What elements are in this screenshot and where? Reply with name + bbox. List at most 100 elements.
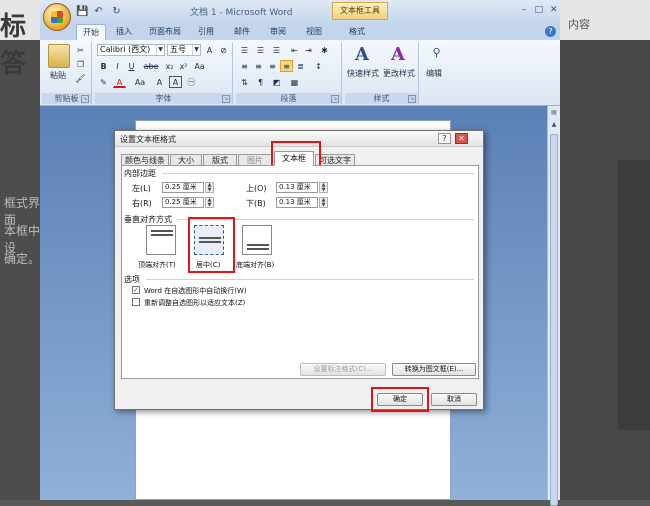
tab-page-layout[interactable]: 页面布局 — [144, 24, 186, 40]
char-shading-icon[interactable]: A — [153, 76, 166, 88]
vertical-scrollbar[interactable]: ▤ ▲ — [547, 106, 560, 506]
textbox-tools-context-label: 文本框工具 — [332, 2, 388, 20]
left-margin-input[interactable]: 0.25 厘米 — [162, 182, 204, 193]
resize-shape-label[interactable]: 重新调整自选图形以适应文本(Z) — [144, 298, 245, 308]
paragraph-group-label: 段落 — [236, 93, 341, 104]
chinese-layout-icon[interactable]: ✱ — [318, 44, 331, 56]
help-icon[interactable]: ? — [545, 26, 556, 37]
styles-launcher-icon[interactable]: ↘ — [408, 95, 416, 103]
paste-icon[interactable] — [48, 44, 70, 68]
justify-icon[interactable]: ≡ — [280, 60, 293, 72]
wrap-text-label[interactable]: Word 在自选图形中自动换行(W) — [144, 286, 247, 296]
clear-format-icon[interactable]: ⊘ — [217, 44, 230, 56]
right-margin-input[interactable]: 0.25 厘米 — [162, 197, 204, 208]
align-left-icon[interactable]: ≡ — [238, 60, 251, 72]
underline-button[interactable]: U — [125, 60, 138, 72]
tab-home[interactable]: 开始 — [76, 24, 106, 40]
dialog-help-button[interactable]: ? — [438, 133, 451, 144]
align-bottom-option[interactable] — [242, 225, 272, 255]
right-margin-spinner[interactable]: ▲ ▼ — [205, 197, 214, 208]
italic-button[interactable]: I — [111, 60, 124, 72]
tab-textbox[interactable]: 文本框 — [274, 151, 314, 166]
chevron-down-icon: ▼ — [192, 45, 200, 55]
ribbon-tabs: 开始 插入 页面布局 引用 邮件 审阅 视图 格式 — [40, 24, 560, 40]
char-border-button[interactable]: A — [169, 76, 182, 88]
cut-icon[interactable]: ✂ — [74, 44, 87, 56]
undo-icon[interactable]: ↶ — [92, 5, 105, 18]
editing-group: ⚲ 编辑 — [422, 42, 452, 104]
font-size-combo[interactable]: 五号 ▼ — [167, 44, 201, 56]
font-color-button[interactable]: A — [113, 76, 126, 88]
change-case-icon[interactable]: Aa — [193, 60, 206, 72]
paragraph-launcher-icon[interactable]: ↘ — [331, 95, 339, 103]
cancel-button[interactable]: 取消 — [431, 393, 477, 406]
tab-mailings[interactable]: 邮件 — [228, 24, 256, 40]
align-bottom-label[interactable]: 底端对齐(B) — [236, 260, 274, 270]
tab-references[interactable]: 引用 — [192, 24, 220, 40]
align-top-option[interactable] — [146, 225, 176, 255]
strikethrough-button[interactable]: abe — [141, 60, 161, 72]
change-styles-button[interactable]: 更改样式 — [383, 68, 415, 79]
minimize-button[interactable]: – — [518, 4, 530, 16]
subscript-button[interactable]: x₂ — [163, 60, 176, 72]
bullets-icon[interactable]: ☰ — [238, 44, 251, 56]
paste-button[interactable]: 粘贴 — [50, 70, 66, 81]
inner-margin-section: 内部边距 — [124, 169, 156, 178]
font-launcher-icon[interactable]: ↘ — [222, 95, 230, 103]
text-effects-icon[interactable]: ✎ — [97, 76, 110, 88]
superscript-button[interactable]: x² — [177, 60, 190, 72]
increase-indent-icon[interactable]: ⇥ — [302, 44, 315, 56]
tab-insert[interactable]: 插入 — [110, 24, 138, 40]
tab-review[interactable]: 审阅 — [264, 24, 292, 40]
scroll-thumb[interactable] — [550, 134, 558, 506]
numbering-icon[interactable]: ☰ — [254, 44, 267, 56]
align-top-icon — [151, 230, 173, 232]
tab-view[interactable]: 视图 — [300, 24, 328, 40]
quick-styles-icon[interactable]: A — [355, 44, 369, 65]
maximize-button[interactable]: □ — [533, 4, 545, 16]
bottom-margin-input[interactable]: 0.13 厘米 — [276, 197, 318, 208]
window-title: 文档 1 - Microsoft Word — [190, 8, 293, 18]
decrease-indent-icon[interactable]: ⇤ — [288, 44, 301, 56]
align-top-label[interactable]: 顶端对齐(T) — [138, 260, 176, 270]
convert-frame-button[interactable]: 转换为图文框(E)... — [392, 363, 476, 376]
redo-icon[interactable]: ↻ — [110, 5, 123, 18]
bold-button[interactable]: B — [97, 60, 110, 72]
left-margin-spinner[interactable]: ▲ ▼ — [205, 182, 214, 193]
bottom-margin-spinner[interactable]: ▲ ▼ — [319, 197, 328, 208]
align-right-icon[interactable]: ≡ — [266, 60, 279, 72]
editing-button[interactable]: 编辑 — [426, 68, 442, 79]
distributed-icon[interactable]: ≣ — [294, 60, 307, 72]
quick-styles-button[interactable]: 快速样式 — [347, 68, 379, 79]
background-right: 内容 — [560, 0, 650, 500]
multilevel-list-icon[interactable]: ☰ — [270, 44, 283, 56]
clipboard-launcher-icon[interactable]: ↘ — [81, 95, 89, 103]
wrap-text-checkbox[interactable]: ✓ — [132, 286, 140, 294]
font-name-combo[interactable]: Calibri (西文) ▼ — [97, 44, 165, 56]
title-bar: 💾 ↶ ↻ 文档 1 - Microsoft Word 文本框工具 – □ ✕ — [40, 0, 560, 24]
grow-font-icon[interactable]: A — [203, 44, 216, 56]
shading-icon[interactable]: ◩ — [270, 76, 283, 88]
ribbon: 粘贴 ✂ ❐ 🖌 剪贴板 ↘ Calibri (西文) ▼ 五号 ▼ A ⊘ B I… — [40, 40, 560, 106]
top-margin-input[interactable]: 0.13 厘米 — [276, 182, 318, 193]
enclose-char-icon[interactable]: ㊀ — [185, 76, 198, 88]
format-painter-icon[interactable]: 🖌 — [74, 72, 87, 84]
close-button[interactable]: ✕ — [548, 4, 560, 16]
binoculars-icon[interactable]: ⚲ — [430, 46, 443, 58]
sort-icon[interactable]: ⇅ — [238, 76, 251, 88]
ruler-toggle-icon[interactable]: ▤ — [549, 108, 559, 118]
top-margin-spinner[interactable]: ▲ ▼ — [319, 182, 328, 193]
save-icon[interactable]: 💾 — [76, 5, 89, 18]
line-spacing-icon[interactable]: ↕ — [312, 60, 325, 72]
office-button[interactable] — [43, 3, 71, 31]
align-center-icon[interactable]: ≡ — [252, 60, 265, 72]
dialog-close-button[interactable]: ✕ — [455, 133, 468, 144]
copy-icon[interactable]: ❐ — [74, 58, 87, 70]
resize-shape-checkbox[interactable] — [132, 298, 140, 306]
show-marks-icon[interactable]: ¶ — [254, 76, 267, 88]
scroll-up-icon[interactable]: ▲ — [549, 120, 559, 130]
tab-format[interactable]: 格式 — [342, 24, 372, 40]
change-styles-icon[interactable]: A — [391, 44, 405, 65]
borders-icon[interactable]: ▦ — [288, 76, 301, 88]
highlight-button[interactable]: Aa — [131, 76, 149, 88]
